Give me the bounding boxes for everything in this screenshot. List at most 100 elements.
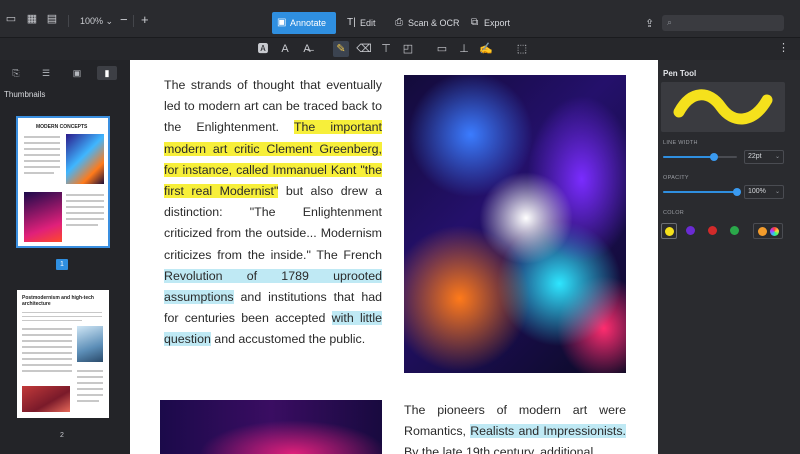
shapes-icon[interactable]: ◰ <box>400 41 416 57</box>
color-dot <box>730 226 739 235</box>
thumb-text-line <box>24 142 60 144</box>
thumb-text-line <box>77 376 103 378</box>
thumb-text-line <box>66 224 98 226</box>
blue-highlight[interactable]: Realists and Impressionists. <box>470 424 626 439</box>
zoom-select[interactable]: 100% ⌄ <box>80 16 113 27</box>
search-icon: ⌕ <box>667 17 673 27</box>
thumbnail-page-1[interactable]: MODERN CONCEPTS <box>16 116 110 248</box>
divider <box>68 15 69 27</box>
thumb-text-line <box>77 370 103 372</box>
zoom-out-button[interactable]: − <box>120 12 128 27</box>
document-page: The strands of thought that eventually l… <box>130 60 658 454</box>
color-swatch-purple[interactable] <box>683 223 699 239</box>
thumb-text-line <box>24 166 60 168</box>
annotations-list-icon[interactable]: ▣ <box>67 66 87 80</box>
page-number: 2 <box>60 432 64 439</box>
search-input[interactable]: ⌕ <box>662 15 784 31</box>
underline-text-icon[interactable]: A <box>277 41 293 57</box>
outline-icon[interactable]: ☰ <box>36 66 56 80</box>
abstract-art-image <box>404 75 626 373</box>
color-picker-wheel-icon[interactable] <box>770 227 779 236</box>
color-swatch-yellow[interactable] <box>661 223 677 239</box>
thumb-text-line <box>66 218 104 220</box>
thumb-text-line <box>24 172 54 174</box>
paragraph: The strands of thought that eventually l… <box>164 75 383 351</box>
line-width-select[interactable]: 22pt ⌄ <box>744 150 784 164</box>
stroke-preview <box>661 82 785 132</box>
thumb-image <box>77 326 103 362</box>
properties-panel: Pen Tool LINE WIDTH 22pt ⌄ OPACITY 100% … <box>658 60 800 454</box>
thumb-text-line <box>24 154 60 156</box>
crop-icon[interactable]: ⬚ <box>514 41 530 57</box>
thumb-text-line <box>22 358 72 360</box>
bookmark-icon[interactable]: ⎘ <box>6 66 26 80</box>
sidebar-toggle-icon[interactable]: ▭ <box>4 13 18 25</box>
thumb-text-line <box>66 194 104 196</box>
thumb-text-line <box>24 148 60 150</box>
opacity-select[interactable]: 100% ⌄ <box>744 185 784 199</box>
line-width-label: LINE WIDTH <box>663 140 698 146</box>
thumb-text-line <box>77 388 103 390</box>
pen-tool-icon[interactable]: ✎ <box>333 41 349 57</box>
color-swatch-orange[interactable] <box>758 227 767 236</box>
comment-icon[interactable]: ▭ <box>434 41 450 57</box>
top-toolbar: ▭ ▦ ▤ 100% ⌄ − + ▣ Annotate T| Edit ⎙ Sc… <box>0 0 800 38</box>
tab-edit[interactable]: T| Edit <box>342 12 386 34</box>
sidebar-title: Thumbnails <box>4 90 46 99</box>
tab-scan-ocr[interactable]: ⎙ Scan & OCR <box>390 12 460 34</box>
custom-color-group[interactable] <box>753 223 783 239</box>
slider-handle[interactable] <box>710 153 719 161</box>
text-box-icon[interactable]: 🅰 <box>255 41 271 57</box>
color-dot <box>708 226 717 235</box>
panel-title: Pen Tool <box>663 69 697 78</box>
opacity-slider[interactable] <box>663 188 741 196</box>
tab-export[interactable]: ⧉ Export <box>466 12 516 34</box>
thumb-text-line <box>22 352 72 354</box>
text-frame-icon[interactable]: ⊤ <box>378 41 394 57</box>
text-segment: By the late 19th century, additional <box>404 445 594 454</box>
thumb-text-line <box>77 400 99 402</box>
chevron-down-icon: ⌄ <box>774 189 780 195</box>
color-label: COLOR <box>663 210 685 216</box>
signature-icon[interactable]: ✍ <box>478 41 494 57</box>
color-swatch-red[interactable] <box>705 223 721 239</box>
thumb-image <box>66 134 104 184</box>
thumbnails-tab-icon[interactable]: ▮ <box>97 66 117 80</box>
line-width-slider[interactable] <box>663 153 737 161</box>
thumb-text-line <box>22 370 72 372</box>
text-segment: and accustomed the public. <box>210 332 366 347</box>
page-number-badge[interactable]: 1 <box>56 259 68 270</box>
more-options-icon[interactable]: ⋮ <box>778 41 789 54</box>
grid-view-icon[interactable]: ▦ <box>25 13 39 25</box>
color-dot <box>686 226 695 235</box>
thumb-text-line <box>66 206 104 208</box>
zoom-in-button[interactable]: + <box>141 12 149 27</box>
opacity-label: OPACITY <box>663 175 689 181</box>
thumb-text-line <box>22 320 82 321</box>
tab-annotate[interactable]: ▣ Annotate <box>272 12 336 34</box>
thumb-text-line <box>66 212 104 214</box>
pen-stroke-preview <box>673 89 773 125</box>
share-icon[interactable]: ⇪ <box>645 17 654 30</box>
thumb-text-line <box>22 334 72 336</box>
edit-text-icon: T| <box>347 17 356 28</box>
color-swatch-green[interactable] <box>727 223 743 239</box>
page-layout-icon[interactable]: ▤ <box>45 13 59 25</box>
color-dot <box>665 227 674 236</box>
strikethrough-text-icon[interactable]: A̶ <box>299 41 315 57</box>
eraser-icon[interactable]: ⌫ <box>356 41 372 57</box>
thumb-text-line <box>22 346 72 348</box>
thumb-text-line <box>66 200 104 202</box>
slider-fill <box>663 191 737 193</box>
thumbnail-page-2[interactable]: Postmodernism and high-tech architecture <box>17 290 109 418</box>
export-icon: ⧉ <box>471 17 479 28</box>
divider <box>133 15 134 27</box>
thumb-text-line <box>22 312 102 313</box>
thumb-text-line <box>24 136 60 138</box>
stamp-icon[interactable]: ⊥ <box>456 41 472 57</box>
thumb-image <box>22 386 70 412</box>
thumb-text-line <box>22 328 72 330</box>
chevron-down-icon: ⌄ <box>774 154 780 160</box>
slider-handle[interactable] <box>733 188 741 196</box>
thumb-text-line <box>22 340 72 342</box>
